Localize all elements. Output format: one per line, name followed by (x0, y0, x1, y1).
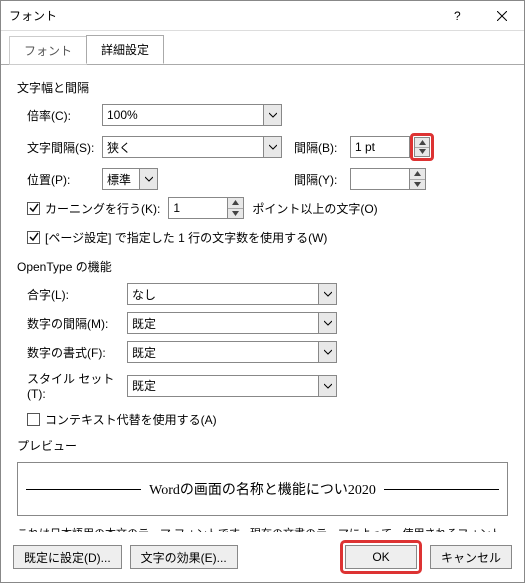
chevron-down-icon[interactable] (263, 105, 281, 125)
numspacing-label: 数字の間隔(M): (17, 315, 127, 332)
tab-font[interactable]: フォント (9, 36, 87, 65)
spin-up-icon (415, 138, 429, 148)
help-button[interactable]: ? (434, 1, 479, 30)
chevron-down-icon[interactable] (318, 284, 336, 304)
kerning-label: カーニングを行う(K): (45, 200, 160, 217)
snap-checkbox[interactable] (27, 231, 40, 244)
preview-header: プレビュー (17, 437, 508, 454)
kerning-spinner[interactable] (227, 198, 243, 218)
by2-input[interactable] (350, 168, 426, 190)
preview-box: Wordの画面の名称と機能につい2020 (17, 462, 508, 516)
ligatures-label: 合字(L): (17, 286, 127, 303)
chevron-down-icon[interactable] (139, 169, 157, 189)
cancel-button[interactable]: キャンセル (430, 545, 512, 569)
dialog-body: 文字幅と間隔 倍率(C): 100% 文字間隔(S): 狭く 間隔(B): 1 … (1, 65, 524, 532)
titlebar: フォント ? (1, 1, 524, 31)
kerning-input[interactable]: 1 (168, 197, 244, 219)
close-button[interactable] (479, 1, 524, 30)
numform-label: 数字の書式(F): (17, 344, 127, 361)
text-effects-button[interactable]: 文字の効果(E)... (130, 545, 238, 569)
by-input[interactable]: 1 pt (350, 136, 410, 158)
spin-down-icon (410, 180, 425, 190)
kerning-checkbox[interactable] (27, 202, 40, 215)
scale-label: 倍率(C): (17, 107, 102, 124)
spacing-label: 文字間隔(S): (17, 139, 102, 156)
ok-button[interactable]: OK (345, 545, 417, 569)
section-opentype-header: OpenType の機能 (17, 258, 508, 275)
spacing-combo[interactable]: 狭く (102, 136, 282, 158)
ligatures-combo[interactable]: なし (127, 283, 337, 305)
by2-spinner[interactable] (409, 169, 425, 189)
context-checkbox[interactable] (27, 413, 40, 426)
svg-text:?: ? (454, 11, 461, 21)
preview-text: Wordの画面の名称と機能につい2020 (149, 479, 376, 499)
highlight-spinner (410, 133, 434, 161)
by-spinner[interactable] (414, 137, 430, 157)
spin-up-icon (228, 198, 243, 209)
context-label: コンテキスト代替を使用する(A) (45, 411, 217, 428)
kerning-after-label: ポイント以上の文字(O) (252, 200, 377, 217)
styleset-combo[interactable]: 既定 (127, 375, 337, 397)
window-title: フォント (1, 7, 57, 24)
position-label: 位置(P): (17, 171, 102, 188)
snap-label: [ページ設定] で指定した 1 行の文字数を使用する(W) (45, 229, 327, 246)
set-default-button[interactable]: 既定に設定(D)... (13, 545, 122, 569)
chevron-down-icon[interactable] (318, 342, 336, 362)
tab-bar: フォント 詳細設定 (1, 31, 524, 65)
styleset-label: スタイル セット(T): (17, 370, 127, 401)
by2-label: 間隔(Y): (294, 171, 350, 188)
spin-down-icon (415, 148, 429, 157)
highlight-ok: OK (340, 540, 422, 574)
scale-combo[interactable]: 100% (102, 104, 282, 126)
chevron-down-icon[interactable] (318, 376, 336, 396)
section-spacing-header: 文字幅と間隔 (17, 79, 508, 96)
tab-advanced[interactable]: 詳細設定 (86, 35, 164, 64)
chevron-down-icon[interactable] (263, 137, 281, 157)
numspacing-combo[interactable]: 既定 (127, 312, 337, 334)
spin-up-icon (410, 169, 425, 180)
chevron-down-icon[interactable] (318, 313, 336, 333)
spin-down-icon (228, 209, 243, 219)
position-combo[interactable]: 標準 (102, 168, 158, 190)
numform-combo[interactable]: 既定 (127, 341, 337, 363)
by-label: 間隔(B): (294, 139, 350, 156)
footer: 既定に設定(D)... 文字の効果(E)... OK キャンセル (1, 532, 524, 582)
